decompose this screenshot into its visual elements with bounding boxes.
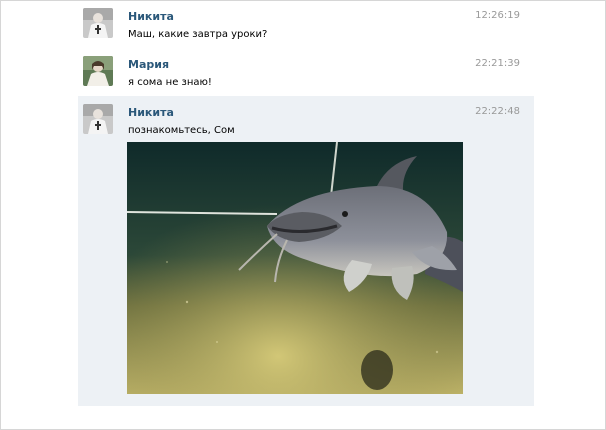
message-item-highlighted: Никита 22:22:48 познакомьтесь, Сом xyxy=(78,96,534,406)
avatar[interactable] xyxy=(83,8,113,38)
message-item: Мария 22:21:39 я сома не знаю! xyxy=(78,48,534,100)
user-photo-nikita-icon xyxy=(83,104,113,134)
message-timestamp: 12:26:19 xyxy=(475,10,520,21)
photo-attachment[interactable] xyxy=(127,142,463,394)
author-link[interactable]: Никита xyxy=(128,106,174,119)
user-photo-maria-icon xyxy=(83,56,113,86)
message-text: я сома не знаю! xyxy=(128,77,212,88)
message-timestamp: 22:22:48 xyxy=(475,106,520,117)
message-timestamp: 22:21:39 xyxy=(475,58,520,69)
message-text: познакомьтесь, Сом xyxy=(128,125,235,136)
author-link[interactable]: Никита xyxy=(128,10,174,23)
message-text: Маш, какие завтра уроки? xyxy=(128,29,268,40)
message-item: Никита 12:26:19 Маш, какие завтра уроки? xyxy=(78,0,534,52)
user-photo-nikita-icon xyxy=(83,8,113,38)
avatar[interactable] xyxy=(83,56,113,86)
author-link[interactable]: Мария xyxy=(128,58,169,71)
avatar[interactable] xyxy=(83,104,113,134)
catfish-underwater-photo-icon xyxy=(127,142,463,394)
